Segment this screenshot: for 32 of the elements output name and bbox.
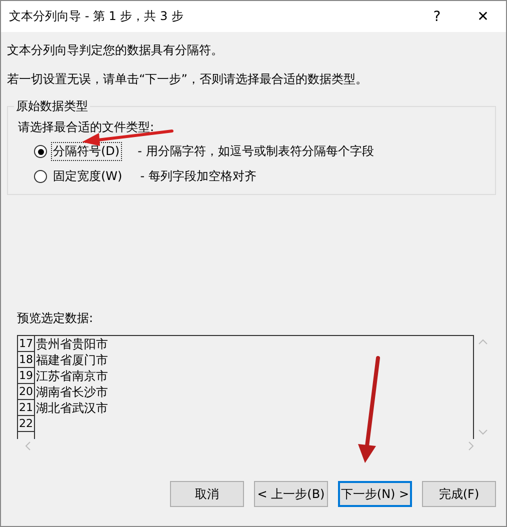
option-description: - 用分隔字符，如逗号或制表符分隔每个字段 (138, 143, 374, 160)
help-button[interactable]: ? (414, 8, 460, 24)
row-text: 湖北省武汉市 (35, 400, 108, 416)
row-number: 17 (18, 336, 35, 352)
prompt-text: 请选择最合适的文件类型: (18, 119, 156, 136)
close-button[interactable]: ✕ (460, 8, 506, 24)
instruction-text: 若一切设置无误，请单击“下一步”，否则请选择最合适的数据类型。 (7, 71, 368, 88)
preview-label: 预览选定数据: (17, 310, 94, 327)
window-title: 文本分列向导 - 第 1 步，共 3 步 (9, 8, 184, 25)
dialog-button[interactable]: 取消 (170, 481, 244, 507)
row-number: 19 (18, 368, 35, 384)
row-text: 福建省厦门市 (35, 352, 108, 368)
group-title: 原始数据类型 (14, 98, 90, 115)
scroll-down-icon[interactable] (478, 429, 488, 435)
row-text: 贵州省贵阳市 (35, 336, 108, 352)
option-description: - 每列字段加空格对齐 (140, 168, 256, 185)
dialog-button[interactable]: 完成(F) (422, 481, 496, 507)
scroll-up-icon[interactable] (478, 339, 488, 345)
scroll-left-icon[interactable] (25, 441, 31, 451)
row-number: 22 (18, 416, 35, 432)
row-number: 21 (18, 400, 35, 416)
scroll-right-icon[interactable] (468, 441, 474, 451)
radio-button[interactable] (34, 170, 47, 183)
option-label[interactable]: 固定宽度(W) (51, 167, 124, 186)
row-number: 20 (18, 384, 35, 400)
dialog-button[interactable]: 下一步(N) > (338, 481, 412, 507)
instruction-text: 文本分列向导判定您的数据具有分隔符。 (7, 42, 224, 59)
row-number: 18 (18, 352, 35, 368)
row-text: 湖南省长沙市 (35, 384, 108, 400)
radio-button[interactable] (34, 145, 47, 158)
dialog-button[interactable]: < 上一步(B) (254, 481, 328, 507)
row-text: 江苏省南京市 (35, 368, 108, 384)
